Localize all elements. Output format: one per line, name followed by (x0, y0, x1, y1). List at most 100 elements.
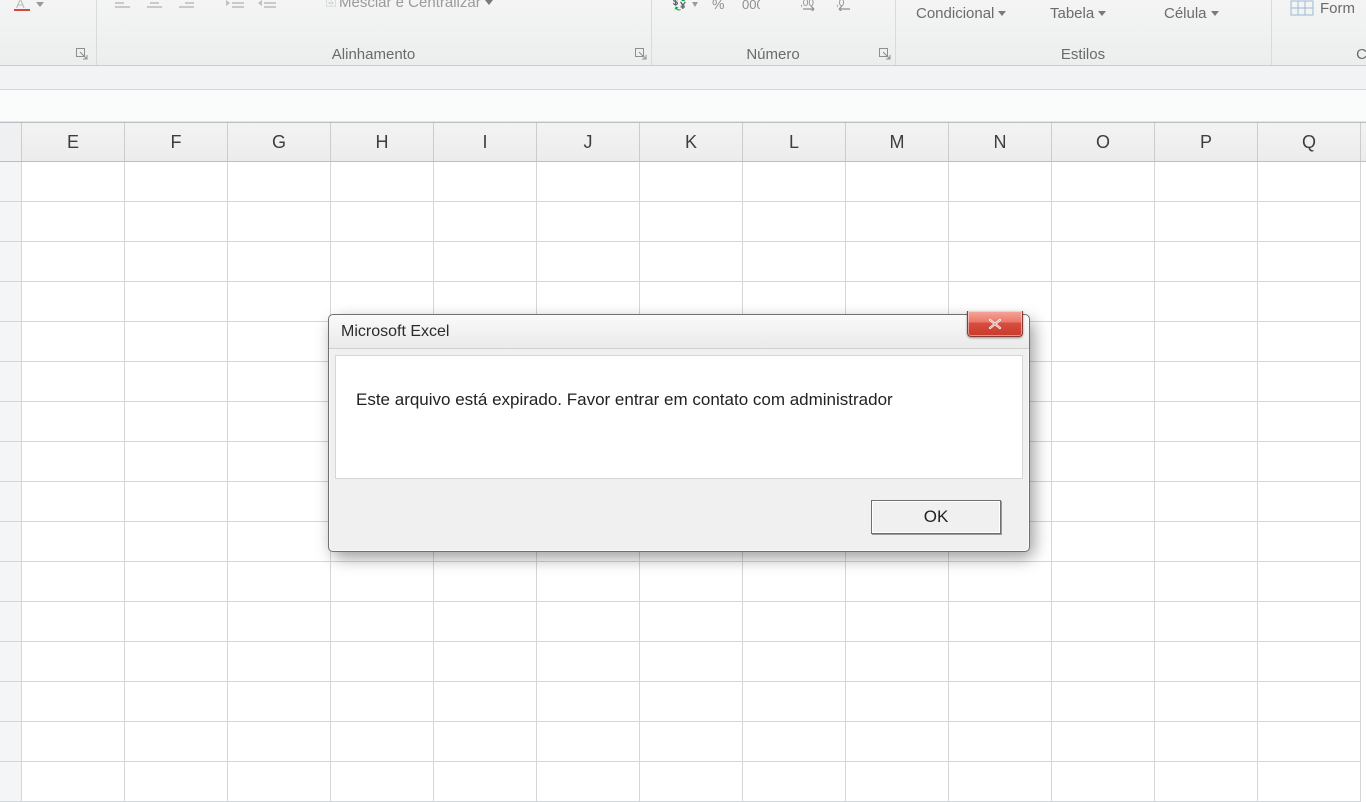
cell[interactable] (1052, 482, 1155, 522)
cell[interactable] (846, 162, 949, 202)
cell[interactable] (434, 762, 537, 802)
row-header[interactable] (0, 762, 22, 802)
cell[interactable] (228, 322, 331, 362)
cell[interactable] (743, 722, 846, 762)
row-header[interactable] (0, 522, 22, 562)
cell[interactable] (1155, 562, 1258, 602)
increase-decimal-button[interactable]: ,00 (800, 0, 822, 11)
cell[interactable] (228, 162, 331, 202)
cell[interactable] (743, 762, 846, 802)
cell[interactable] (1155, 402, 1258, 442)
cell[interactable] (1155, 602, 1258, 642)
cell[interactable] (1052, 242, 1155, 282)
font-dialog-launcher[interactable] (76, 47, 88, 59)
cell[interactable] (1258, 522, 1361, 562)
cell[interactable] (125, 362, 228, 402)
cell[interactable] (228, 202, 331, 242)
cell[interactable] (434, 562, 537, 602)
cell[interactable] (22, 682, 125, 722)
row-header[interactable] (0, 242, 22, 282)
row-header[interactable] (0, 322, 22, 362)
cell[interactable] (331, 242, 434, 282)
row-header[interactable] (0, 202, 22, 242)
font-color-button[interactable]: A (14, 0, 44, 11)
cell[interactable] (1258, 562, 1361, 602)
column-header[interactable]: F (125, 123, 228, 161)
cell[interactable] (125, 602, 228, 642)
cell[interactable] (846, 682, 949, 722)
cell[interactable] (1258, 642, 1361, 682)
cell[interactable] (22, 602, 125, 642)
cell[interactable] (640, 602, 743, 642)
dialog-close-button[interactable] (967, 311, 1023, 337)
cell[interactable] (846, 602, 949, 642)
row-header[interactable] (0, 402, 22, 442)
column-header[interactable]: M (846, 123, 949, 161)
cell[interactable] (1258, 202, 1361, 242)
cell[interactable] (434, 202, 537, 242)
cell[interactable] (434, 642, 537, 682)
cell[interactable] (1052, 562, 1155, 602)
row-header[interactable] (0, 562, 22, 602)
cell[interactable] (125, 642, 228, 682)
merge-center-button[interactable]: Mesclar e Centralizar (326, 0, 493, 11)
cell[interactable] (22, 362, 125, 402)
column-header[interactable]: J (537, 123, 640, 161)
column-header[interactable]: Q (1258, 123, 1361, 161)
cell[interactable] (1155, 322, 1258, 362)
cell[interactable] (1258, 402, 1361, 442)
cell[interactable] (537, 762, 640, 802)
cell[interactable] (228, 562, 331, 602)
decrease-decimal-button[interactable]: ,0 (836, 0, 858, 11)
cell[interactable] (743, 562, 846, 602)
cell[interactable] (1052, 322, 1155, 362)
dialog-titlebar[interactable]: Microsoft Excel (329, 315, 1029, 349)
cell[interactable] (434, 602, 537, 642)
cell[interactable] (537, 722, 640, 762)
cell[interactable] (537, 242, 640, 282)
cell[interactable] (949, 682, 1052, 722)
row-header[interactable] (0, 682, 22, 722)
column-header[interactable]: N (949, 123, 1052, 161)
cell[interactable] (125, 762, 228, 802)
cell[interactable] (846, 642, 949, 682)
cell[interactable] (1258, 282, 1361, 322)
cell[interactable] (1052, 282, 1155, 322)
cell[interactable] (1258, 162, 1361, 202)
cell[interactable] (125, 202, 228, 242)
cell[interactable] (228, 682, 331, 722)
cell[interactable] (1052, 522, 1155, 562)
cell[interactable] (22, 762, 125, 802)
row-header[interactable] (0, 482, 22, 522)
align-center-button[interactable] (146, 0, 166, 11)
cell[interactable] (125, 482, 228, 522)
cell[interactable] (1052, 722, 1155, 762)
cell[interactable] (22, 322, 125, 362)
cell[interactable] (1052, 682, 1155, 722)
format-as-table-button[interactable]: Tabela (1050, 5, 1106, 22)
cell[interactable] (1258, 682, 1361, 722)
cell[interactable] (1052, 442, 1155, 482)
cell[interactable] (125, 162, 228, 202)
cell[interactable] (1155, 242, 1258, 282)
cell[interactable] (1258, 362, 1361, 402)
cell[interactable] (228, 722, 331, 762)
row-header[interactable] (0, 442, 22, 482)
comma-format-button[interactable]: 000 (742, 0, 760, 11)
alignment-dialog-launcher[interactable] (635, 47, 647, 59)
cell[interactable] (434, 682, 537, 722)
cell[interactable] (640, 562, 743, 602)
row-header[interactable] (0, 722, 22, 762)
cell[interactable] (640, 162, 743, 202)
column-header[interactable]: L (743, 123, 846, 161)
format-cells-icon[interactable] (1290, 0, 1316, 23)
cell[interactable] (22, 482, 125, 522)
column-header[interactable]: G (228, 123, 331, 161)
cell[interactable] (846, 242, 949, 282)
cell[interactable] (228, 482, 331, 522)
cell[interactable] (228, 762, 331, 802)
row-header[interactable] (0, 162, 22, 202)
cell[interactable] (1155, 282, 1258, 322)
cell[interactable] (125, 282, 228, 322)
cell[interactable] (125, 722, 228, 762)
